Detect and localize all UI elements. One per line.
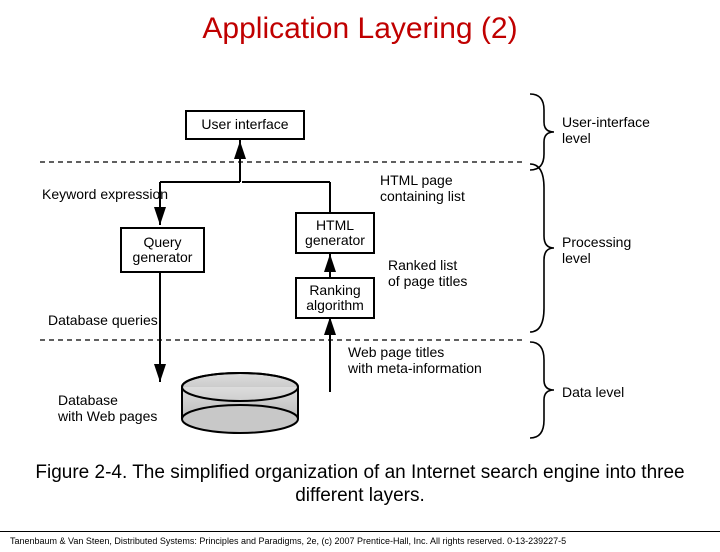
label-ranked-list: Ranked list of page titles <box>388 257 467 289</box>
page-title: Application Layering (2) <box>0 12 720 46</box>
label-database-caption: Database with Web pages <box>58 392 157 424</box>
label-data-level: Data level <box>562 384 624 400</box>
label-keyword-expression: Keyword expression <box>42 186 168 202</box>
box-html-generator: HTML generator <box>295 212 375 254</box>
box-query-generator: Query generator <box>120 227 205 273</box>
footer-credit: Tanenbaum & Van Steen, Distributed Syste… <box>0 531 720 546</box>
label-ui-level: User-interface level <box>562 114 650 146</box>
label-html-page: HTML page containing list <box>380 172 465 204</box>
figure-caption: Figure 2-4. The simplified organization … <box>0 461 720 509</box>
label-processing-level: Processing level <box>562 234 631 266</box>
box-user-interface: User interface <box>185 110 305 140</box>
label-web-titles: Web page titles with meta-information <box>348 344 482 376</box>
box-ranking-algorithm: Ranking algorithm <box>295 277 375 319</box>
label-database-queries: Database queries <box>48 312 158 328</box>
